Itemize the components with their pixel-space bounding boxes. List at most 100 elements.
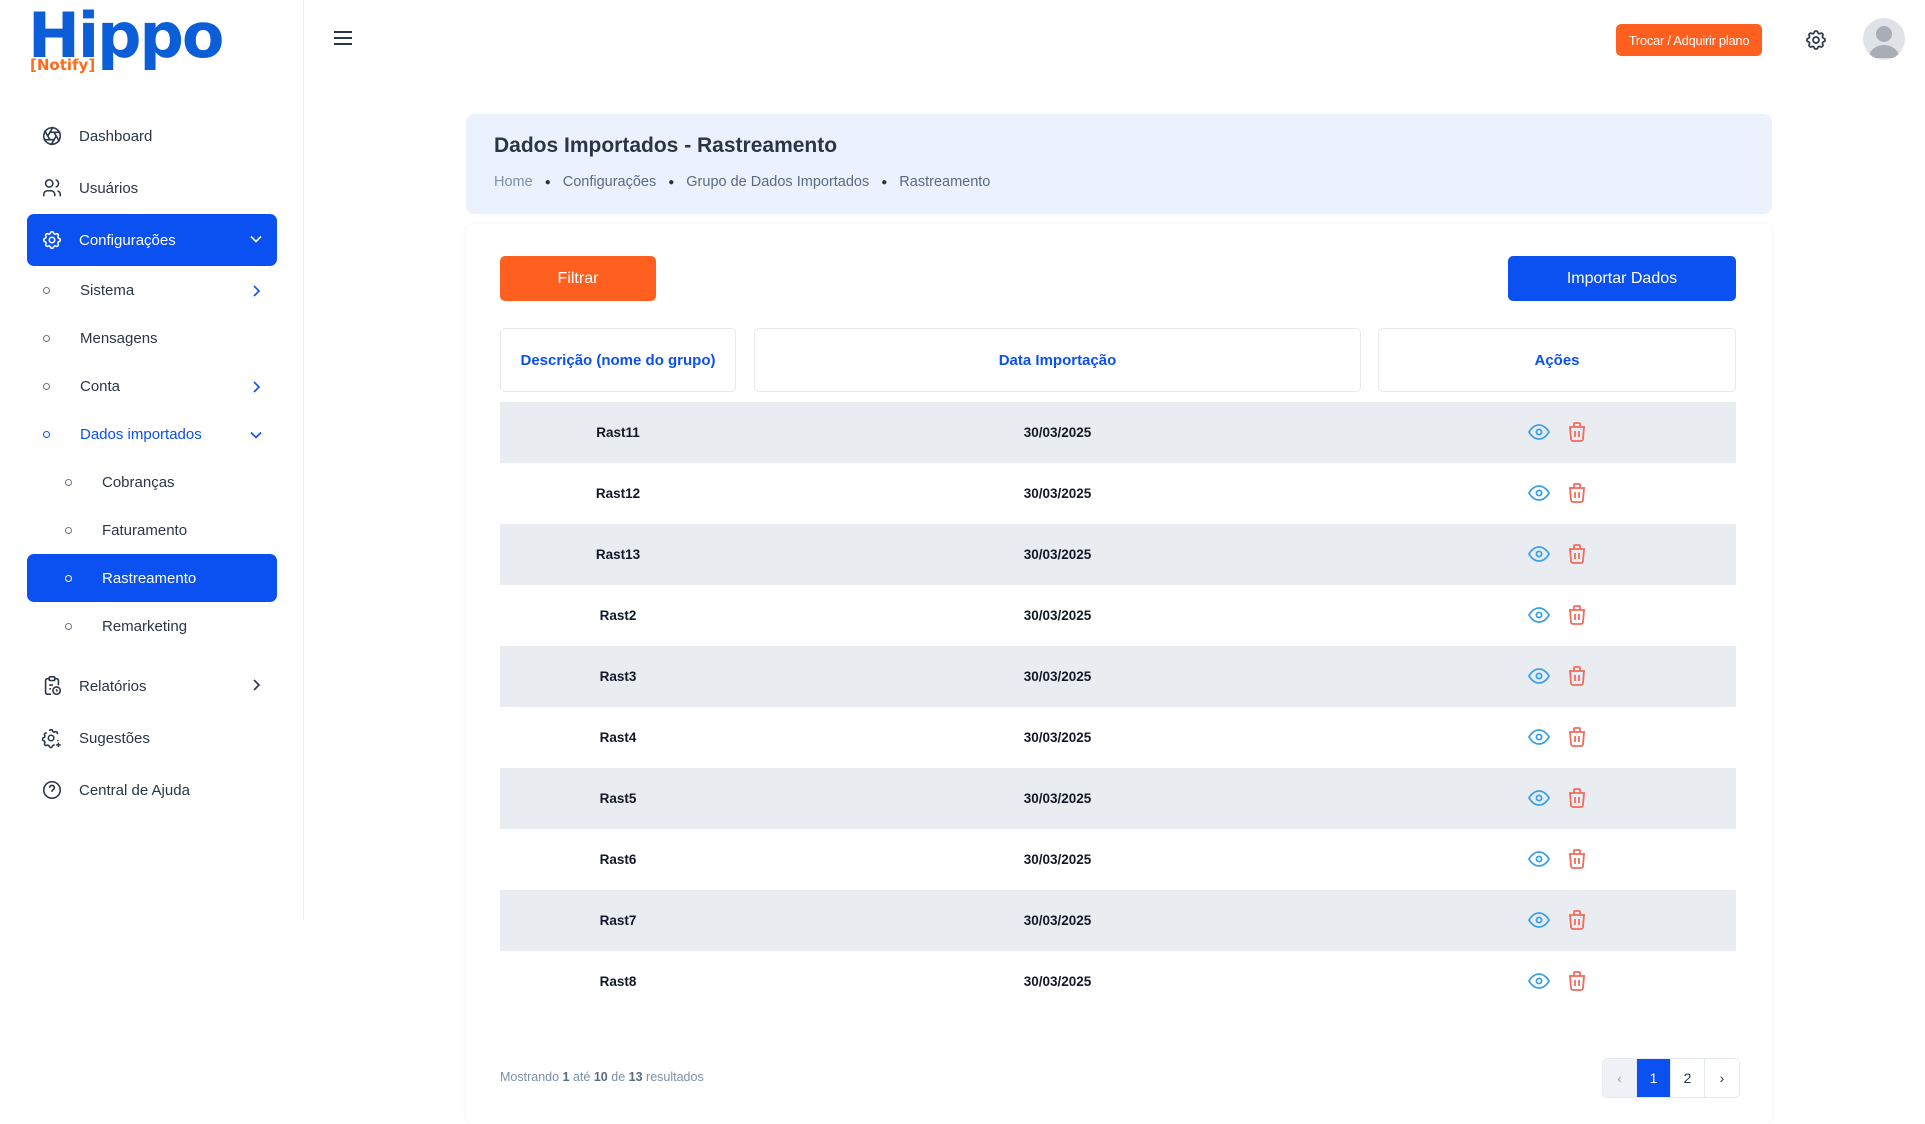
filter-button[interactable]: Filtrar: [500, 256, 656, 301]
row-actions: [1527, 603, 1589, 627]
view-eye-icon[interactable]: [1527, 847, 1551, 871]
sidebar-subitem-label: Sistema: [80, 281, 135, 299]
cell-description: Rast6: [599, 852, 637, 867]
view-eye-icon[interactable]: [1527, 908, 1551, 932]
bullet-icon: [43, 286, 50, 294]
sidebar-subitem-label: Faturamento: [102, 521, 188, 539]
chevron-right-icon: [253, 381, 261, 393]
column-header-import-date[interactable]: Data Importação: [754, 328, 1361, 392]
avatar[interactable]: [1863, 18, 1905, 60]
logo-subtext: [Notify]: [30, 56, 96, 74]
row-actions: [1527, 969, 1589, 993]
breadcrumb-separator: ●: [668, 176, 675, 188]
view-eye-icon[interactable]: [1527, 664, 1551, 688]
cell-description: Rast11: [596, 425, 640, 440]
delete-trash-icon[interactable]: [1565, 725, 1589, 749]
view-eye-icon[interactable]: [1527, 969, 1551, 993]
sidebar-subitem-mensagens[interactable]: Mensagens: [27, 314, 277, 362]
aperture-icon: [41, 125, 63, 147]
sidebar-subitem-faturamento[interactable]: Faturamento: [27, 506, 277, 554]
sidebar-subitem-rastreamento[interactable]: Rastreamento: [27, 554, 277, 602]
sidebar-subitem-label: Rastreamento: [102, 569, 197, 587]
table-row: Rast11 30/03/2025: [500, 402, 1736, 463]
view-eye-icon[interactable]: [1527, 481, 1551, 505]
column-header-description[interactable]: Descrição (nome do grupo): [500, 328, 736, 392]
sidebar-item-dashboard[interactable]: Dashboard: [27, 110, 277, 162]
user-avatar-icon: [1868, 26, 1900, 58]
summary-from: 1: [562, 1070, 570, 1084]
delete-trash-icon[interactable]: [1565, 847, 1589, 871]
row-actions: [1527, 725, 1589, 749]
view-eye-icon[interactable]: [1527, 786, 1551, 810]
delete-trash-icon[interactable]: [1565, 481, 1589, 505]
delete-trash-icon[interactable]: [1565, 908, 1589, 932]
chevron-right-icon: [253, 285, 261, 297]
breadcrumb: Home ● Configurações ● Grupo de Dados Im…: [494, 174, 990, 190]
change-plan-button[interactable]: Trocar / Adquirir plano: [1616, 24, 1762, 56]
pagination-next-button[interactable]: ›: [1705, 1059, 1739, 1097]
cell-import-date: 30/03/2025: [1023, 547, 1092, 562]
breadcrumb-grupo-dados[interactable]: Grupo de Dados Importados: [686, 174, 869, 190]
cell-import-date: 30/03/2025: [1023, 852, 1092, 867]
delete-trash-icon[interactable]: [1565, 542, 1589, 566]
view-eye-icon[interactable]: [1527, 542, 1551, 566]
bullet-icon: [65, 478, 72, 486]
pagination-page-2[interactable]: 2: [1671, 1059, 1705, 1097]
bullet-icon: [65, 526, 72, 534]
table-row: Rast6 30/03/2025: [500, 829, 1736, 890]
delete-trash-icon[interactable]: [1565, 969, 1589, 993]
sidebar-item-relatorios[interactable]: Relatórios: [27, 660, 277, 712]
sidebar-item-central-ajuda[interactable]: Central de Ajuda: [27, 764, 277, 816]
sidebar-subitem-conta[interactable]: Conta: [27, 362, 277, 410]
bullet-icon: [65, 622, 72, 630]
sidebar-subitem-cobrancas[interactable]: Cobranças: [27, 458, 277, 506]
cell-import-date: 30/03/2025: [1023, 974, 1092, 989]
help-icon: [41, 779, 63, 801]
cell-import-date: 30/03/2025: [1023, 608, 1092, 623]
view-eye-icon[interactable]: [1527, 603, 1551, 627]
brand-logo[interactable]: Hippo [Notify]: [28, 0, 224, 76]
sidebar-item-label: Configurações: [79, 231, 176, 249]
cell-description: Rast2: [599, 608, 637, 623]
breadcrumb-configuracoes[interactable]: Configurações: [563, 174, 657, 190]
cell-description: Rast3: [599, 669, 637, 684]
sidebar-subitem-remarketing[interactable]: Remarketing: [27, 602, 277, 650]
breadcrumb-separator: ●: [881, 176, 888, 188]
delete-trash-icon[interactable]: [1565, 420, 1589, 444]
sidebar-item-label: Relatórios: [79, 677, 147, 695]
view-eye-icon[interactable]: [1527, 420, 1551, 444]
column-header-actions: Ações: [1378, 328, 1736, 392]
hamburger-menu-icon[interactable]: [333, 30, 353, 46]
sidebar-item-label: Dashboard: [79, 127, 153, 145]
sidebar-item-configuracoes[interactable]: Configurações: [27, 214, 277, 266]
page-header: Dados Importados - Rastreamento Home ● C…: [466, 114, 1772, 214]
breadcrumb-home[interactable]: Home: [494, 174, 533, 190]
chevron-down-icon: [250, 235, 262, 243]
delete-trash-icon[interactable]: [1565, 664, 1589, 688]
sidebar-subitem-sistema[interactable]: Sistema: [27, 266, 277, 314]
row-actions: [1527, 420, 1589, 444]
import-data-button[interactable]: Importar Dados: [1508, 256, 1736, 301]
results-summary: Mostrando 1 até 10 de 13 resultados: [500, 1070, 704, 1084]
cell-import-date: 30/03/2025: [1023, 425, 1092, 440]
table-row: Rast5 30/03/2025: [500, 768, 1736, 829]
sidebar-item-sugestoes[interactable]: Sugestões: [27, 712, 277, 764]
cell-description: Rast4: [599, 730, 637, 745]
cell-import-date: 30/03/2025: [1023, 791, 1092, 806]
table-row: Rast3 30/03/2025: [500, 646, 1736, 707]
pagination-page-1[interactable]: 1: [1637, 1059, 1671, 1097]
delete-trash-icon[interactable]: [1565, 786, 1589, 810]
sidebar-item-usuarios[interactable]: Usuários: [27, 162, 277, 214]
cell-import-date: 30/03/2025: [1023, 486, 1092, 501]
sidebar: Hippo [Notify] Dashboard Usuários Config…: [0, 0, 304, 920]
row-actions: [1527, 847, 1589, 871]
sidebar-nav: Dashboard Usuários Configurações Sistema…: [27, 110, 277, 816]
settings-icon[interactable]: [1804, 28, 1828, 52]
row-actions: [1527, 481, 1589, 505]
sidebar-subitem-dados-importados[interactable]: Dados importados: [27, 410, 277, 458]
pagination-prev-button[interactable]: ‹: [1603, 1059, 1637, 1097]
view-eye-icon[interactable]: [1527, 725, 1551, 749]
delete-trash-icon[interactable]: [1565, 603, 1589, 627]
bullet-icon: [43, 382, 50, 390]
cell-description: Rast8: [599, 974, 637, 989]
